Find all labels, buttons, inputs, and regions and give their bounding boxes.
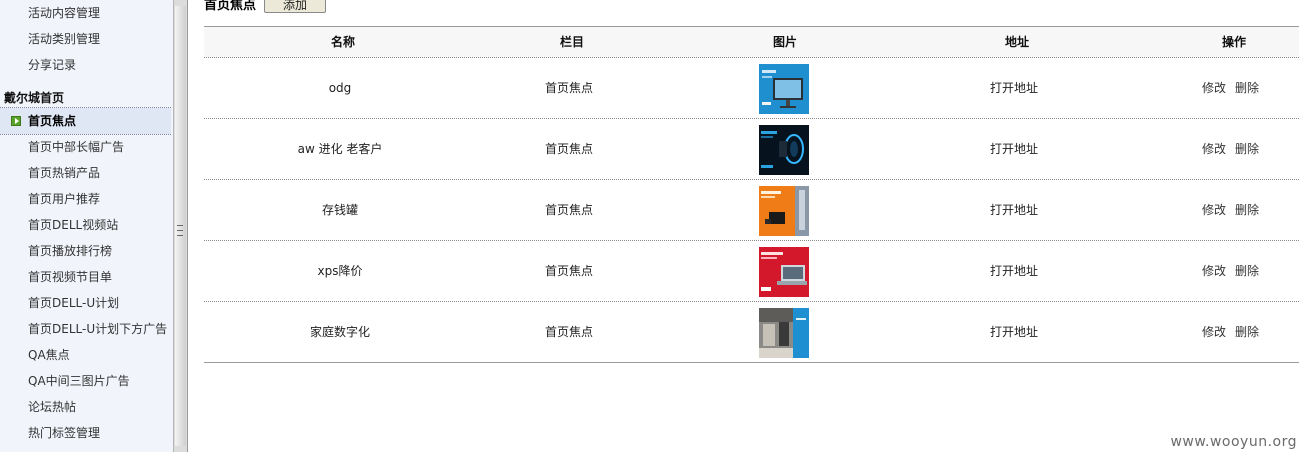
edit-link[interactable]: 修改 [1202,142,1226,156]
sidebar-item-activity-content[interactable]: 活动内容管理 [28,0,100,26]
row-thumbnail[interactable] [759,125,809,175]
sidebar-item-activity-category[interactable]: 活动类别管理 [28,26,100,52]
grip-icon[interactable] [176,224,184,236]
row-category: 首页焦点 [544,325,594,339]
open-address-link[interactable]: 打开地址 [990,180,1038,240]
sidebar-item-video-station[interactable]: 首页DELL视频站 [28,212,118,238]
column-header-category: 栏目 [559,35,585,49]
table-row: odg 首页焦点 打开地址 修改 删除 [204,58,1299,119]
row-thumbnail[interactable] [759,308,809,358]
table-row: 存钱罐 首页焦点 打开地址 修改 删除 [204,180,1299,241]
column-header-address: 地址 [1004,35,1030,49]
page-title: 首页焦点 [204,0,257,13]
row-name: odg [328,81,352,95]
sidebar-item-dell-u-plan-ad[interactable]: 首页DELL-U计划下方广告 [28,316,167,342]
row-name: aw 进化 老客户 [297,142,383,156]
column-header-actions: 操作 [1221,35,1247,49]
delete-link[interactable]: 删除 [1235,81,1259,95]
open-address-link[interactable]: 打开地址 [990,119,1038,179]
row-category: 首页焦点 [544,81,594,95]
table-row: aw 进化 老客户 首页焦点 打开地址 修改 删除 [204,119,1299,180]
row-actions: 修改 删除 [1202,119,1268,179]
row-name: 存钱罐 [321,203,359,217]
sidebar-group-title: 戴尔城首页 [4,91,65,105]
watermark: www.wooyun.org [1170,434,1297,450]
sidebar-item-dell-u-plan[interactable]: 首页DELL-U计划 [28,290,119,316]
row-category: 首页焦点 [544,203,594,217]
row-thumbnail[interactable] [759,64,809,114]
table-row: 家庭数字化 首页焦点 打开地址 修改 删除 [204,302,1299,363]
edit-link[interactable]: 修改 [1202,203,1226,217]
row-category: 首页焦点 [544,142,594,156]
delete-link[interactable]: 删除 [1235,264,1259,278]
arrow-right-icon [11,116,21,126]
open-address-link[interactable]: 打开地址 [990,58,1038,118]
edit-link[interactable]: 修改 [1202,325,1226,339]
sidebar-item-qa-focus[interactable]: QA焦点 [28,342,70,368]
sidebar-item-home-focus[interactable]: 首页焦点 [0,108,171,134]
delete-link[interactable]: 删除 [1235,142,1259,156]
sidebar-item-play-ranking[interactable]: 首页播放排行榜 [28,238,112,264]
row-actions: 修改 删除 [1202,241,1268,301]
delete-link[interactable]: 删除 [1235,325,1259,339]
sidebar-item-banner-ad[interactable]: 首页中部长幅广告 [28,134,124,160]
sidebar-item-hot-tags[interactable]: 热门标签管理 [28,420,100,446]
sidebar-item-share-records[interactable]: 分享记录 [28,52,76,78]
row-name: xps降价 [317,264,363,278]
column-header-image: 图片 [772,35,798,49]
add-button[interactable]: 添加 [264,0,326,13]
row-name: 家庭数字化 [309,325,371,339]
edit-link[interactable]: 修改 [1202,81,1226,95]
focus-table: 名称 栏目 图片 地址 操作 odg 首页焦点 打开地址 修改 删除 aw 进化 … [204,26,1299,363]
sidebar-item-label: 首页焦点 [28,114,77,128]
row-actions: 修改 删除 [1202,302,1268,362]
open-address-link[interactable]: 打开地址 [990,241,1038,301]
row-thumbnail[interactable] [759,186,809,236]
column-header-name: 名称 [330,35,356,49]
sidebar-item-video-schedule[interactable]: 首页视频节目单 [28,264,112,290]
sidebar-item-forum-hot[interactable]: 论坛热帖 [28,394,76,420]
row-actions: 修改 删除 [1202,58,1268,118]
sidebar-item-qa-three-images[interactable]: QA中间三图片广告 [28,368,130,394]
sidebar-item-hot-products[interactable]: 首页热销产品 [28,160,100,186]
delete-link[interactable]: 删除 [1235,203,1259,217]
edit-link[interactable]: 修改 [1202,264,1226,278]
sidebar-item-user-recommend[interactable]: 首页用户推荐 [28,186,100,212]
open-address-link[interactable]: 打开地址 [990,302,1038,362]
row-actions: 修改 删除 [1202,180,1268,240]
row-category: 首页焦点 [544,264,594,278]
row-thumbnail[interactable] [759,247,809,297]
sidebar: 活动内容管理 活动类别管理 分享记录 戴尔城首页 首页焦点 首页中部长幅广告 首… [0,0,173,452]
table-header: 名称 栏目 图片 地址 操作 [204,27,1299,58]
table-row: xps降价 首页焦点 打开地址 修改 删除 [204,241,1299,302]
